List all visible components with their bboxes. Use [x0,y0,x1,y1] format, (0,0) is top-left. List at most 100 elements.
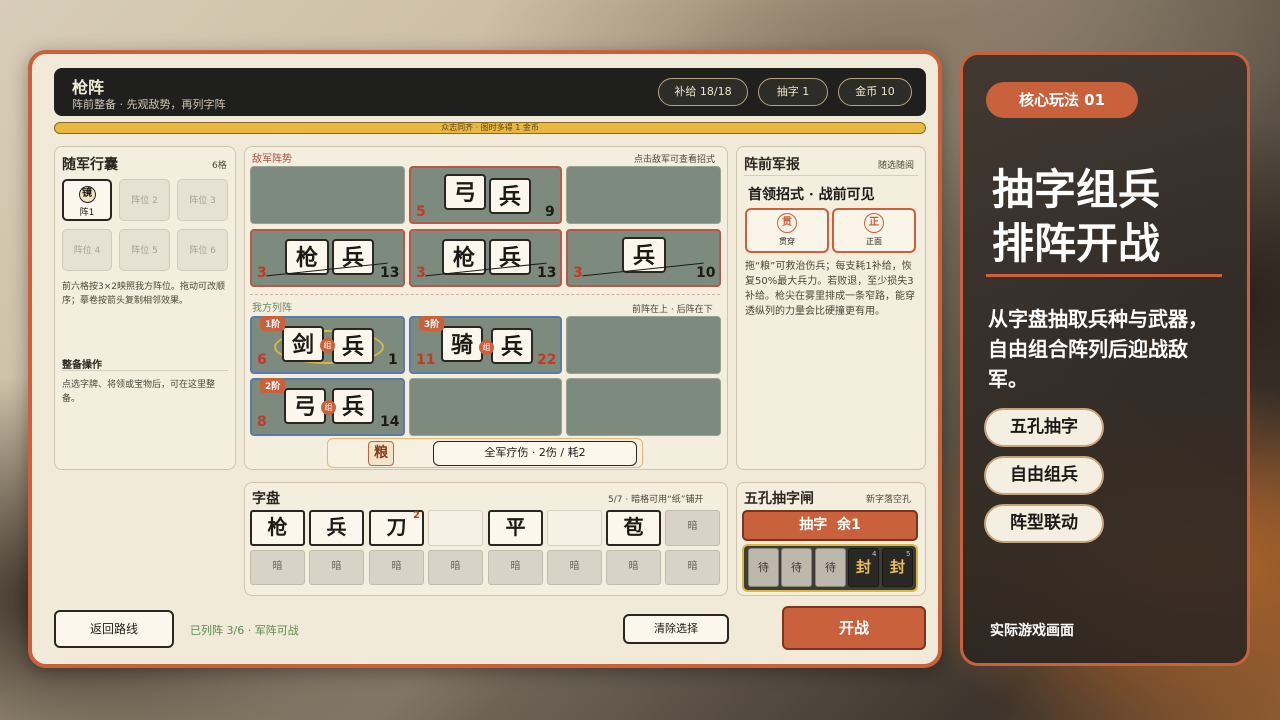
bag-slot-6[interactable]: 阵位 6 [177,229,228,271]
feature-pill-compose: 自由组兵 [984,456,1104,495]
unit-health: 10 [696,265,716,281]
ally-unit-sword[interactable]: 剑 兵 组 1阶 6 1 [250,316,405,374]
status-text: 已列阵 3/6 · 军阵可战 [190,624,299,637]
rank-badge: 2阶 [260,378,286,393]
draw-counter: 抽字 1 [758,78,828,106]
report-divider [744,175,918,176]
grain-icon[interactable]: 粮 [368,441,394,466]
unit-health: 9 [545,204,555,220]
enemy-cell-empty[interactable] [250,166,405,224]
unit-tile: 兵 [332,388,374,424]
enemy-unit-soldier[interactable]: 兵 3 10 [566,229,721,287]
bag-slot-1[interactable]: 镜 阵1 [62,179,112,221]
unit-tile: 兵 [332,328,374,364]
combo-chip: 组 [321,400,336,415]
bag-slot-2[interactable]: 阵位 2 [119,179,170,221]
hole-number: 5 [906,550,911,558]
report-heading: 首领招式 · 战前可见 [748,187,875,203]
gate-hole-waiting[interactable]: 待 [781,548,812,587]
skill-label: 贯穿 [779,237,795,246]
board-tile[interactable]: 平 [488,510,543,546]
ally-unit-bow[interactable]: 弓 兵 组 2阶 8 14 [250,378,405,436]
unit-tile: 弓 [284,388,326,424]
board-slot-empty[interactable] [547,510,602,546]
front-icon: 正 [864,213,884,233]
stage-subtitle: 阵前整备 · 先观敌势，再列字阵 [72,98,226,111]
feature-tag: 核心玩法 01 [986,82,1138,118]
unit-health: 22 [537,352,557,368]
board-tile[interactable]: 苞 [606,510,661,546]
supply-counter: 补给 18/18 [658,78,748,106]
combo-chip: 组 [479,340,494,355]
board-slot-empty[interactable] [428,510,483,546]
board-slot-hidden[interactable]: 暗 [488,550,543,585]
stage-title: 枪阵 [72,78,105,97]
board-slot-hidden[interactable]: 暗 [606,550,661,585]
unit-attack: 3 [416,265,426,281]
report-title: 阵前军报 [744,157,800,173]
promo-divider [986,274,1222,277]
unit-tile: 兵 [489,178,531,214]
bag-slot-5[interactable]: 阵位 5 [119,229,170,271]
bag-slot-4[interactable]: 阵位 4 [62,229,112,271]
fight-button[interactable]: 开战 [782,606,926,650]
skill-front[interactable]: 正 正面 [832,208,916,253]
unit-tile: 骑 [441,326,483,362]
tile-count: 2 [413,510,420,521]
bag-slot-3[interactable]: 阵位 3 [177,179,228,221]
unit-attack: 6 [257,352,267,368]
morale-banner: 众志同齐 · 图时多得 1 金币 [54,122,926,134]
skill-pierce[interactable]: 贯 贯穿 [745,208,829,253]
board-slot-hidden[interactable]: 暗 [369,550,424,585]
unit-attack: 3 [573,265,583,281]
promo-heading-1: 抽字组兵 [992,165,1161,214]
enemy-hint: 点击敌军可查看招式 [634,155,716,165]
gate-hole-waiting[interactable]: 待 [815,548,846,587]
board-tile[interactable]: 枪 [250,510,305,546]
skill-label: 正面 [866,237,882,246]
ally-cell-empty[interactable] [566,316,721,374]
gate-title: 五孔抽字闸 [744,491,814,507]
pierce-icon: 贯 [777,213,797,233]
unit-tile: 兵 [491,328,533,364]
ops-divider [62,370,228,371]
rank-badge: 1阶 [260,316,286,331]
enemy-title: 敌军阵势 [252,154,292,165]
back-button[interactable]: 返回路线 [54,610,174,648]
report-hint: 随选随阅 [878,161,915,171]
ops-title: 整备操作 [62,360,102,371]
report-text: 拖“粮”可救治伤兵；每支耗1补给，恢复50%最大兵力。若败退，至少损失3补给。枪… [745,261,915,317]
clear-button[interactable]: 清除选择 [623,614,729,644]
bag-description: 前六格按3×2映照我方阵位。拖动可改顺序；摹卷按箭头复制相邻效果。 [62,282,225,306]
promo-description: 从字盘抽取兵种与武器，自由组合阵列后迎战敌军。 [988,307,1208,391]
unit-attack: 5 [416,204,426,220]
hole-number: 4 [872,550,877,558]
enemy-unit-bow[interactable]: 弓 兵 5 9 [409,166,562,224]
unit-health: 14 [380,414,400,430]
board-slot-hidden[interactable]: 暗 [250,550,305,585]
board-slot-hidden[interactable]: 暗 [665,510,720,546]
feature-pill-draw: 五孔抽字 [984,408,1104,447]
bag-title: 随军行囊 [62,157,118,173]
board-slot-hidden[interactable]: 暗 [428,550,483,585]
enemy-cell-empty[interactable] [566,166,721,224]
board-hint: 5/7 · 暗格可用“纸”铺开 [608,495,704,505]
combo-chip: 组 [320,338,335,353]
board-slot-hidden[interactable]: 暗 [665,550,720,585]
board-tile[interactable]: 兵 [309,510,364,546]
board-slot-hidden[interactable]: 暗 [547,550,602,585]
ally-title: 我方列阵 [252,303,292,314]
enemy-unit-spear[interactable]: 枪 兵 3 13 [250,229,405,287]
ally-cell-empty[interactable] [566,378,721,436]
gate-hole-waiting[interactable]: 待 [748,548,779,587]
promo-caption: 实际游戏画面 [990,623,1074,639]
board-title: 字盘 [252,491,280,507]
ally-cell-empty[interactable] [409,378,562,436]
ally-unit-cavalry[interactable]: 骑 兵 组 3阶 11 22 [409,316,562,374]
unit-tile: 兵 [332,239,374,275]
draw-button[interactable]: 抽字 余1 [742,510,918,541]
unit-attack: 3 [257,265,267,281]
enemy-unit-spear[interactable]: 枪 兵 3 13 [409,229,562,287]
board-slot-hidden[interactable]: 暗 [309,550,364,585]
heal-button[interactable]: 全军疗伤 · 2伤 / 耗2 [433,441,637,466]
